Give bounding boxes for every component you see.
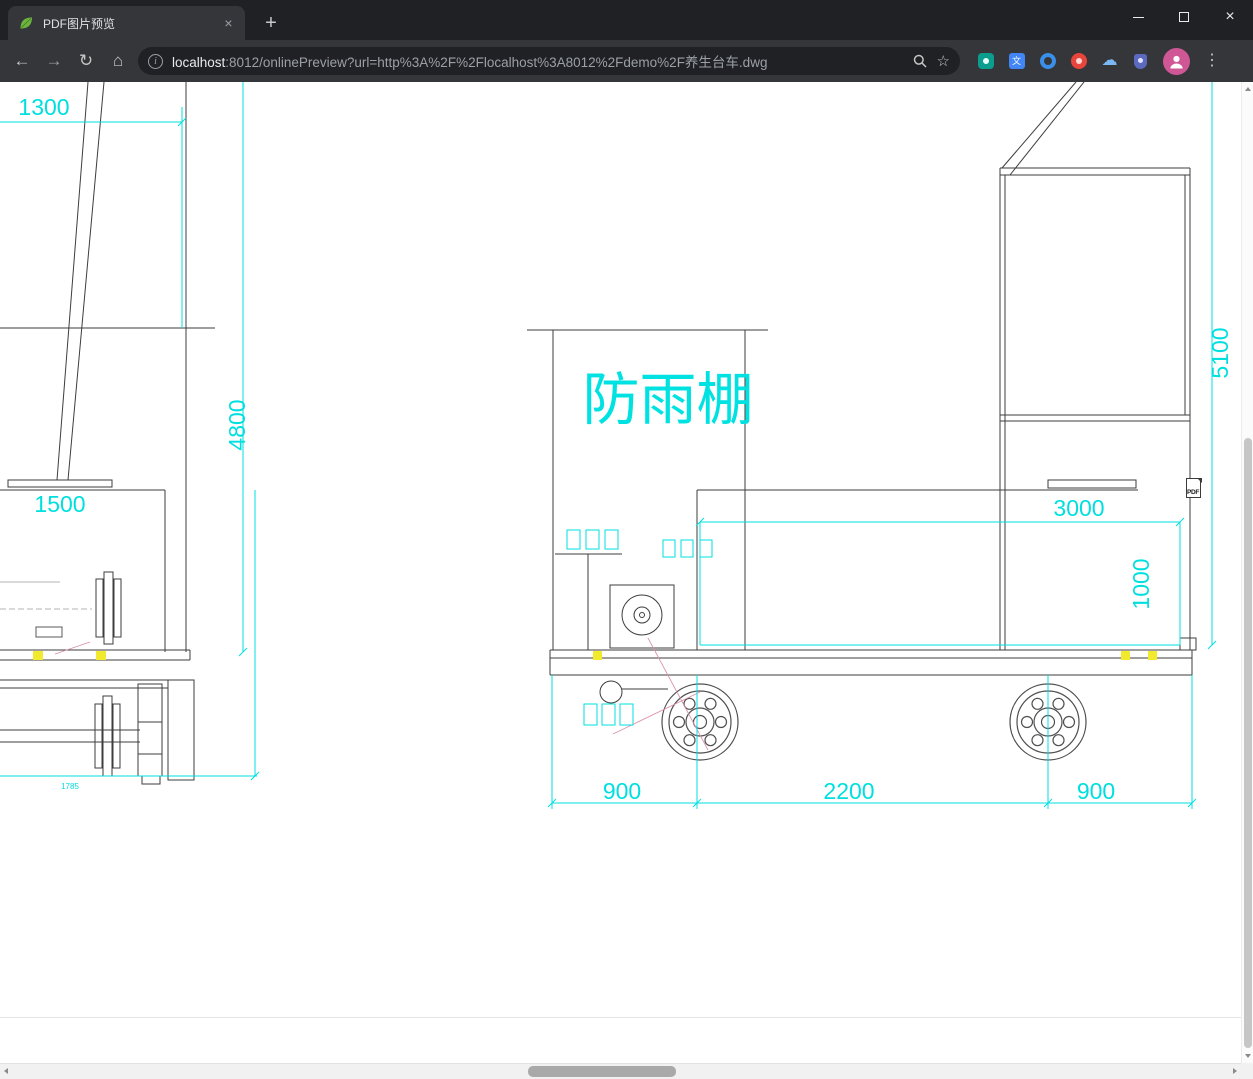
rear-frame <box>999 82 1191 650</box>
shield-icon <box>1134 53 1147 69</box>
leader-lines <box>54 637 709 751</box>
dim-label-900-front: 900 <box>603 778 641 804</box>
scroll-up-icon[interactable] <box>1245 87 1251 91</box>
url-text[interactable]: localhost:8012/onlinePreview?url=http%3A… <box>172 51 903 71</box>
close-icon: × <box>1225 8 1235 25</box>
dim-label-900-rear: 900 <box>1077 778 1115 804</box>
minimize-button[interactable] <box>1115 0 1161 34</box>
browser-tab[interactable]: PDF图片预览 × <box>8 6 245 40</box>
dim-label-1785: 1785 <box>61 782 79 791</box>
url-path: :8012/onlinePreview?url=http%3A%2F%2Floc… <box>225 55 768 70</box>
cad-drawing: 1300 4800 1500 1785 防雨棚 3000 1000 5100 9… <box>0 82 1233 809</box>
pdf-label: PDF <box>1186 489 1200 496</box>
close-button[interactable]: × <box>1207 0 1253 34</box>
extension-button-2[interactable]: 文 <box>1001 46 1032 77</box>
browser-titlebar: PDF图片预览 × + × <box>0 0 1253 40</box>
page-divider <box>0 1017 1241 1018</box>
deck-frame <box>549 649 1193 676</box>
window-controls: × <box>1115 0 1253 34</box>
extension-red-icon <box>1070 53 1087 69</box>
extension-button-4[interactable] <box>1063 46 1094 77</box>
dim-label-4800: 4800 <box>224 399 250 450</box>
dim-label-3000: 3000 <box>1053 495 1104 521</box>
minimize-icon <box>1132 16 1144 18</box>
scroll-down-icon[interactable] <box>1245 1054 1251 1058</box>
extensions-area: 文 ☁ <box>970 46 1156 77</box>
back-button[interactable]: ← <box>6 45 38 77</box>
reload-button[interactable]: ↻ <box>70 45 102 77</box>
dim-label-1000: 1000 <box>1128 558 1154 609</box>
shelter-label: 防雨棚 <box>583 368 754 432</box>
url-host: localhost <box>172 55 226 70</box>
new-tab-button[interactable]: + <box>257 10 285 38</box>
vertical-scrollbar[interactable] <box>1241 82 1253 1063</box>
dim-label-1500: 1500 <box>34 491 85 517</box>
dim-label-5100: 5100 <box>1207 327 1233 378</box>
extension-button-6[interactable] <box>1125 46 1156 77</box>
info-icon[interactable]: i <box>148 53 163 69</box>
magnifier-glyph <box>913 54 927 68</box>
pdf-page-glyph: PDF <box>1186 477 1202 498</box>
home-icon: ⌂ <box>112 51 124 70</box>
address-bar[interactable]: i localhost:8012/onlinePreview?url=http%… <box>138 47 960 75</box>
preview-page: 1300 4800 1500 1785 防雨棚 3000 1000 5100 9… <box>0 82 1241 1063</box>
left-view <box>0 82 215 785</box>
dim-label-1300: 1300 <box>18 94 69 120</box>
maximize-icon <box>1179 12 1189 22</box>
cloud-icon: ☁ <box>1101 52 1118 69</box>
tab-title: PDF图片预览 <box>43 16 116 31</box>
horizontal-scrollbar[interactable] <box>0 1063 1241 1079</box>
back-icon: ← <box>13 51 31 70</box>
browser-toolbar: ← → ↻ ⌂ i localhost:8012/onlinePreview?u… <box>0 40 1253 82</box>
maximize-button[interactable] <box>1161 0 1207 34</box>
home-button[interactable]: ⌂ <box>102 45 134 77</box>
highlight-marks <box>33 651 1157 660</box>
scroll-left-icon[interactable] <box>4 1068 8 1074</box>
person-icon <box>1170 55 1183 68</box>
bookmark-star-icon[interactable]: ☆ <box>937 52 950 70</box>
profile-avatar[interactable] <box>1163 47 1190 75</box>
zoom-icon[interactable] <box>912 53 928 69</box>
extension-button-1[interactable] <box>970 46 1001 77</box>
pdf-fold-corner <box>1196 477 1202 483</box>
translate-icon: 文 <box>1008 53 1025 69</box>
dim-label-2200: 2200 <box>823 778 874 804</box>
browser-menu-button[interactable]: ⋮ <box>1198 47 1226 75</box>
spring-leaf-favicon <box>20 17 32 29</box>
scroll-right-icon[interactable] <box>1233 1068 1237 1074</box>
reload-icon: ↻ <box>78 51 94 70</box>
extension-button-3[interactable] <box>1032 46 1063 77</box>
horizontal-scrollbar-thumb[interactable] <box>528 1066 676 1077</box>
forward-icon: → <box>45 51 63 70</box>
scrollbar-corner <box>1241 1063 1253 1079</box>
extension-button-5[interactable]: ☁ <box>1094 46 1125 77</box>
wheel-left <box>661 683 739 761</box>
extension-ring-icon <box>1039 53 1056 69</box>
vertical-scrollbar-thumb[interactable] <box>1244 438 1252 1048</box>
forward-button[interactable]: → <box>38 45 70 77</box>
pdf-download-icon[interactable]: PDF <box>1186 477 1204 501</box>
tab-close-icon[interactable]: × <box>220 15 237 32</box>
extension-teal-icon <box>977 53 994 69</box>
